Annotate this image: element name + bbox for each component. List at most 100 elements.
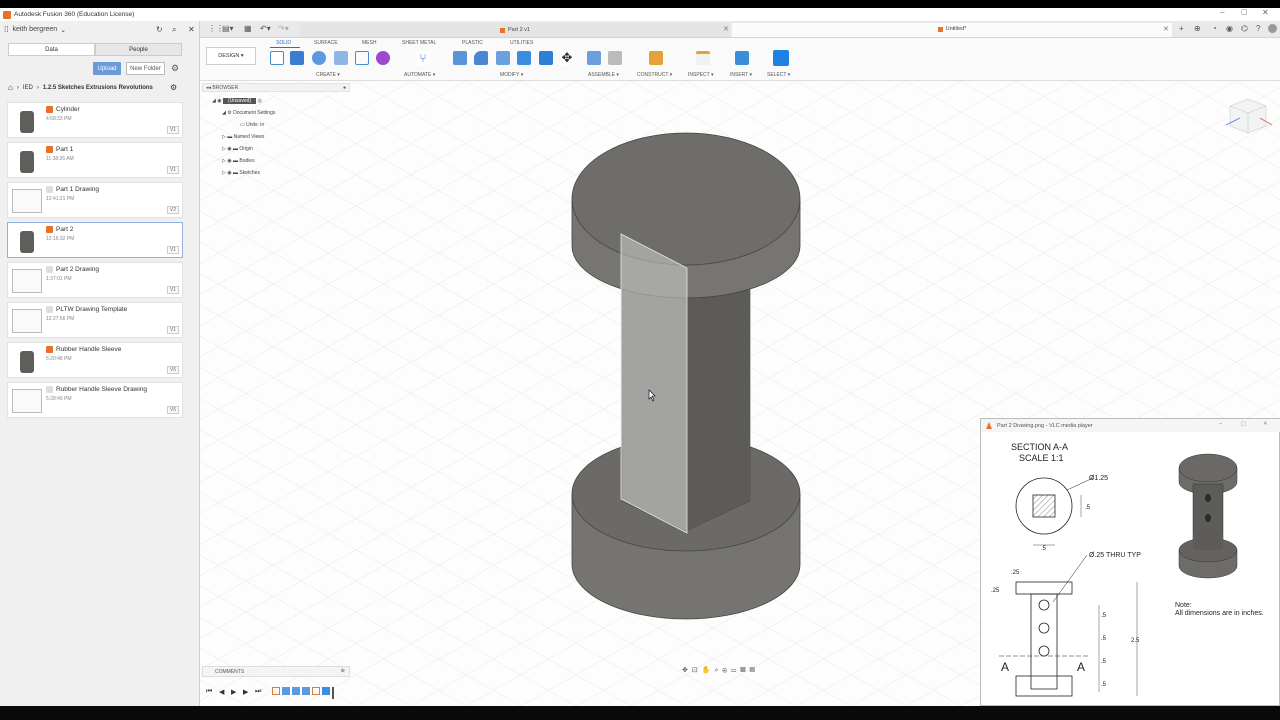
group-inspect[interactable]: INSPECT ▾ xyxy=(688,72,713,78)
browser-units[interactable]: ▭ Units: in xyxy=(240,122,264,128)
file-card[interactable]: Part 1 11:38:26 AM V1 xyxy=(7,142,183,178)
upload-button[interactable]: Upload xyxy=(93,62,121,75)
browser-header[interactable]: ◂◂ BROWSER ● xyxy=(202,83,350,92)
version-badge[interactable]: V1 xyxy=(166,166,179,174)
browser-root[interactable]: ◢ ◉ (Unsaved) ◎ xyxy=(212,98,262,104)
viewports-icon[interactable]: ▤ xyxy=(750,667,759,674)
version-badge[interactable]: V6 xyxy=(166,366,179,374)
settings-icon[interactable]: ⚙ xyxy=(170,83,177,92)
timeline-features[interactable] xyxy=(272,687,344,699)
browser-item-named-views[interactable]: ▷ ▬ Named Views xyxy=(222,134,264,140)
workspace-selector[interactable]: DESIGN ▾ xyxy=(206,47,256,65)
redo-icon[interactable]: ↷▾ xyxy=(278,24,289,33)
tab-sheet-metal[interactable]: SHEET METAL xyxy=(402,40,436,46)
tab-surface[interactable]: SURFACE xyxy=(314,40,338,46)
extensions-icon[interactable]: ⊕ xyxy=(1194,24,1201,33)
offset-plane-icon[interactable] xyxy=(649,51,663,65)
tab-part2[interactable]: Part 2 v1 xyxy=(300,23,730,37)
maximize-icon[interactable]: ▢ xyxy=(1241,421,1246,427)
skip-end-icon[interactable]: ⏭ xyxy=(255,688,261,696)
grid-menu-icon[interactable]: ⁞⁞ xyxy=(4,25,8,34)
group-modify[interactable]: MODIFY ▾ xyxy=(500,72,523,78)
radio-icon[interactable]: ◎ xyxy=(257,98,261,104)
comments-panel[interactable]: COMMENTS ⊕ xyxy=(202,666,350,677)
close-tab-icon[interactable]: ✕ xyxy=(1163,25,1169,33)
tab-data[interactable]: Data xyxy=(8,43,95,56)
pan-icon[interactable]: ✋ xyxy=(702,667,715,674)
new-folder-button[interactable]: New Folder xyxy=(126,62,165,75)
timeline-extrude-icon[interactable] xyxy=(292,687,300,695)
undo-icon[interactable]: ↶▾ xyxy=(260,24,271,33)
timeline-marker-icon[interactable] xyxy=(332,687,334,699)
automate-icon[interactable]: ⑂ xyxy=(416,51,430,65)
version-badge[interactable]: V1 xyxy=(166,326,179,334)
save-icon[interactable]: ▦ xyxy=(244,24,252,33)
form-icon[interactable] xyxy=(376,51,390,65)
timeline-plane-icon[interactable] xyxy=(322,687,330,695)
group-automate[interactable]: AUTOMATE ▾ xyxy=(404,72,435,78)
file-card[interactable]: Part 2 Drawing 1:37:01 PM V1 xyxy=(7,262,183,298)
pin-icon[interactable]: ● xyxy=(343,84,346,92)
fit-icon[interactable]: ⊕ xyxy=(722,667,731,674)
file-card[interactable]: PLTW Drawing Template 12:27:56 PM V1 xyxy=(7,302,183,338)
fillet-icon[interactable] xyxy=(474,51,488,65)
step-forward-icon[interactable]: ▶ xyxy=(243,688,248,696)
tab-people[interactable]: People xyxy=(95,43,182,56)
chevron-down-icon[interactable]: ⌄ xyxy=(60,26,66,34)
grid-settings-icon[interactable]: ▦ xyxy=(740,667,749,674)
tab-untitled[interactable]: Untitled* xyxy=(732,23,1172,37)
close-icon[interactable]: ✕ xyxy=(1263,421,1268,427)
hole-icon[interactable] xyxy=(334,51,348,65)
new-component-icon[interactable] xyxy=(587,51,601,65)
press-pull-icon[interactable] xyxy=(453,51,467,65)
breadcrumb-item-folder[interactable]: 1.2.5 Sketches Extrusions Revolutions xyxy=(43,85,153,91)
search-icon[interactable]: ⌕ xyxy=(172,25,176,35)
minimize-icon[interactable]: – xyxy=(1219,421,1222,427)
timeline-sketch-icon[interactable] xyxy=(272,687,280,695)
move-icon[interactable]: ✥ xyxy=(560,51,574,65)
group-assemble[interactable]: ASSEMBLE ▾ xyxy=(588,72,619,78)
file-card[interactable]: Part 2 12:16:32 PM V1 xyxy=(7,222,183,258)
group-select[interactable]: SELECT ▾ xyxy=(767,72,790,78)
look-at-icon[interactable]: ⊡ xyxy=(692,667,702,674)
joint-icon[interactable] xyxy=(608,51,622,65)
skip-start-icon[interactable]: ⏮ xyxy=(206,688,212,696)
play-icon[interactable]: ▶ xyxy=(231,688,236,696)
tab-mesh[interactable]: MESH xyxy=(362,40,376,46)
shell-icon[interactable] xyxy=(496,51,510,65)
version-badge[interactable]: V2 xyxy=(166,206,179,214)
browser-document-settings[interactable]: ◢ ⚙ Document Settings xyxy=(222,110,275,116)
add-comment-icon[interactable]: ⊕ xyxy=(341,668,345,674)
view-cube[interactable] xyxy=(1225,98,1273,134)
avatar[interactable] xyxy=(1268,24,1277,33)
gear-icon[interactable]: ⚙ xyxy=(171,63,179,74)
user-name[interactable]: keith bergreen xyxy=(12,26,57,33)
group-construct[interactable]: CONSTRUCT ▾ xyxy=(637,72,672,78)
revolve-icon[interactable] xyxy=(312,51,326,65)
step-back-icon[interactable]: ◀ xyxy=(219,688,224,696)
combine-icon[interactable] xyxy=(517,51,531,65)
tab-utilities[interactable]: UTILITIES xyxy=(510,40,533,46)
browser-item-sketches[interactable]: ▷ ◉ ▬ Sketches xyxy=(222,170,260,176)
timeline-sketch-icon[interactable] xyxy=(312,687,320,695)
new-tab-icon[interactable]: + xyxy=(1179,24,1184,33)
version-badge[interactable]: V1 xyxy=(166,126,179,134)
section-plane[interactable] xyxy=(620,233,688,534)
breadcrumb-item-project[interactable]: IED xyxy=(23,85,33,91)
scale-icon[interactable] xyxy=(539,51,553,65)
browser-item-origin[interactable]: ▷ ◉ ▬ Origin xyxy=(222,146,253,152)
close-icon[interactable]: ✕ xyxy=(1262,8,1269,17)
job-status-icon[interactable]: ◔ xyxy=(1212,24,1217,33)
orbit-icon[interactable]: ✥ xyxy=(682,667,692,674)
close-tab-icon[interactable]: ✕ xyxy=(723,25,729,33)
timeline-extrude-icon[interactable] xyxy=(302,687,310,695)
refresh-icon[interactable]: ↻ xyxy=(156,25,163,34)
close-panel-icon[interactable]: ✕ xyxy=(188,25,195,34)
help-icon[interactable]: ? xyxy=(1256,24,1260,33)
offline-icon[interactable]: ⌬ xyxy=(1241,24,1248,33)
model-body[interactable] xyxy=(571,132,801,620)
version-badge[interactable]: V1 xyxy=(166,246,179,254)
file-card[interactable]: Cylinder 4:58:33 PM V1 xyxy=(7,102,183,138)
measure-icon[interactable] xyxy=(696,51,710,65)
timeline-extrude-icon[interactable] xyxy=(282,687,290,695)
